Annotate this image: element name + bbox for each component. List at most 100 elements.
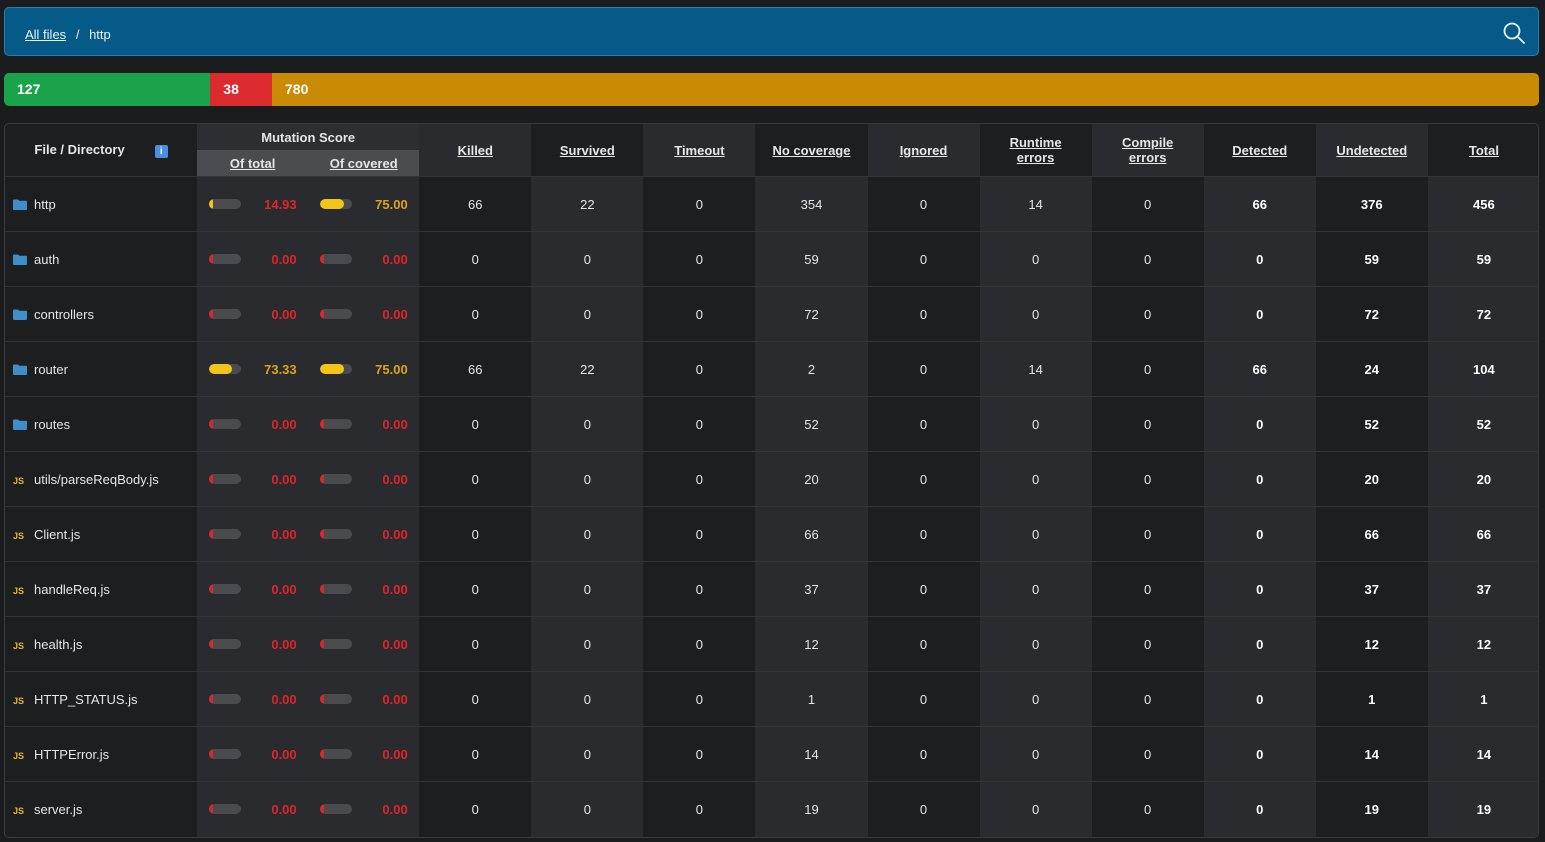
file-name[interactable]: handleReq.js <box>34 582 110 597</box>
score-value: 0.00 <box>382 746 408 762</box>
file-name[interactable]: routes <box>34 417 70 432</box>
total-cell: 19 <box>1427 781 1538 837</box>
file-name[interactable]: Client.js <box>34 527 80 542</box>
folder-icon <box>13 419 27 430</box>
file-name[interactable]: router <box>34 362 68 377</box>
survived-cell: 0 <box>531 231 644 287</box>
score-of-covered-cell: 0.00 <box>308 726 420 782</box>
table-row: JS handleReq.js 0.00 0.00 0 0 0 37 0 0 0 0 37 37 <box>5 561 1538 617</box>
file-name[interactable]: utils/parseReqBody.js <box>34 472 159 487</box>
runtime-cell: 0 <box>979 451 1092 507</box>
file-name[interactable]: health.js <box>34 637 82 652</box>
file-cell[interactable]: JS HTTPError.js <box>5 726 198 782</box>
header-killed[interactable]: Killed <box>419 124 532 177</box>
file-cell[interactable]: JS utils/parseReqBody.js <box>5 451 198 507</box>
score-of-total-cell: 0.00 <box>197 781 309 837</box>
header-undetected[interactable]: Undetected <box>1315 124 1428 177</box>
runtime-cell: 0 <box>979 616 1092 672</box>
ignored-cell: 0 <box>867 176 980 232</box>
score-bar <box>208 419 241 429</box>
header-no-coverage[interactable]: No coverage <box>755 124 868 177</box>
score-of-covered-cell: 75.00 <box>308 176 420 232</box>
score-value: 0.00 <box>271 416 297 432</box>
timeout-cell: 0 <box>643 231 756 287</box>
header-ignored[interactable]: Ignored <box>867 124 980 177</box>
header-timeout[interactable]: Timeout <box>643 124 756 177</box>
undetected-cell: 14 <box>1315 726 1428 782</box>
file-cell[interactable]: http <box>5 176 198 232</box>
progress-survived-segment[interactable]: 38 <box>210 73 272 106</box>
header-compile-errors[interactable]: Compile errors <box>1091 124 1204 177</box>
header-of-total[interactable]: Of total <box>197 150 309 177</box>
file-name[interactable]: auth <box>34 252 59 267</box>
file-name[interactable]: HTTPError.js <box>34 747 109 762</box>
score-bar <box>208 254 241 264</box>
header-file-directory[interactable]: File / Directory i <box>5 124 198 177</box>
undetected-cell: 19 <box>1315 781 1428 837</box>
file-name[interactable]: server.js <box>34 802 82 817</box>
header-survived[interactable]: Survived <box>531 124 644 177</box>
score-value: 0.00 <box>382 526 408 542</box>
file-cell[interactable]: JS handleReq.js <box>5 561 198 617</box>
timeout-cell: 0 <box>643 341 756 397</box>
search-icon[interactable] <box>1502 21 1526 45</box>
progress-killed-segment[interactable]: 127 <box>4 73 211 106</box>
file-cell[interactable]: router <box>5 341 198 397</box>
score-bar <box>208 694 241 704</box>
file-cell[interactable]: controllers <box>5 286 198 342</box>
js-file-icon: JS <box>13 695 25 706</box>
score-of-covered-cell: 0.00 <box>308 286 420 342</box>
header-runtime-errors[interactable]: Runtime errors <box>979 124 1092 177</box>
header-detected[interactable]: Detected <box>1203 124 1316 177</box>
score-bar <box>208 364 241 374</box>
file-cell[interactable]: auth <box>5 231 198 287</box>
score-of-total-cell: 0.00 <box>197 286 309 342</box>
score-of-covered-cell: 75.00 <box>308 341 420 397</box>
header-of-covered[interactable]: Of covered <box>308 150 420 177</box>
score-bar <box>319 474 352 484</box>
timeout-cell: 0 <box>643 671 756 727</box>
score-bar <box>208 309 241 319</box>
file-cell[interactable]: routes <box>5 396 198 452</box>
survived-cell: 0 <box>531 726 644 782</box>
ignored-cell: 0 <box>867 781 980 837</box>
ignored-cell: 0 <box>867 286 980 342</box>
undetected-cell: 72 <box>1315 286 1428 342</box>
score-bar <box>319 804 352 815</box>
score-value: 0.00 <box>382 691 408 707</box>
total-cell: 1 <box>1427 671 1538 727</box>
ignored-cell: 0 <box>867 506 980 562</box>
js-file-icon: JS <box>13 475 25 486</box>
table-row: router 73.33 75.00 66 22 0 2 0 14 0 66 24 104 <box>5 341 1538 397</box>
score-value: 0.00 <box>382 251 408 267</box>
survived-cell: 0 <box>531 561 644 617</box>
no-coverage-cell: 37 <box>755 561 868 617</box>
table-row: JS utils/parseReqBody.js 0.00 0.00 0 0 0 20 0 0 0 0… <box>5 451 1538 507</box>
breadcrumb-link-all-files[interactable]: All files <box>25 27 66 42</box>
info-icon[interactable]: i <box>154 144 168 158</box>
score-of-covered-cell: 0.00 <box>308 561 420 617</box>
progress-no-coverage-segment[interactable]: 780 <box>272 73 1539 106</box>
score-value: 0.00 <box>271 306 297 322</box>
compile-cell: 0 <box>1091 396 1204 452</box>
file-cell[interactable]: JS HTTP_STATUS.js <box>5 671 198 727</box>
folder-icon <box>13 254 27 265</box>
file-cell[interactable]: JS server.js <box>5 781 198 837</box>
compile-cell: 0 <box>1091 781 1204 837</box>
table-row: JS HTTP_STATUS.js 0.00 0.00 0 0 0 1 0 0 0 0 1 1 <box>5 671 1538 727</box>
score-of-total-cell: 14.93 <box>197 176 309 232</box>
score-of-covered-cell: 0.00 <box>308 671 420 727</box>
header-total[interactable]: Total <box>1427 124 1538 177</box>
score-bar <box>319 639 352 649</box>
file-name[interactable]: HTTP_STATUS.js <box>34 692 138 707</box>
timeout-cell: 0 <box>643 726 756 782</box>
file-name[interactable]: http <box>34 197 56 212</box>
score-of-total-cell: 0.00 <box>197 561 309 617</box>
file-name[interactable]: controllers <box>34 307 94 322</box>
file-cell[interactable]: JS health.js <box>5 616 198 672</box>
file-cell[interactable]: JS Client.js <box>5 506 198 562</box>
killed-cell: 0 <box>419 506 532 562</box>
killed-cell: 0 <box>419 781 532 837</box>
survived-cell: 0 <box>531 671 644 727</box>
compile-cell: 0 <box>1091 561 1204 617</box>
